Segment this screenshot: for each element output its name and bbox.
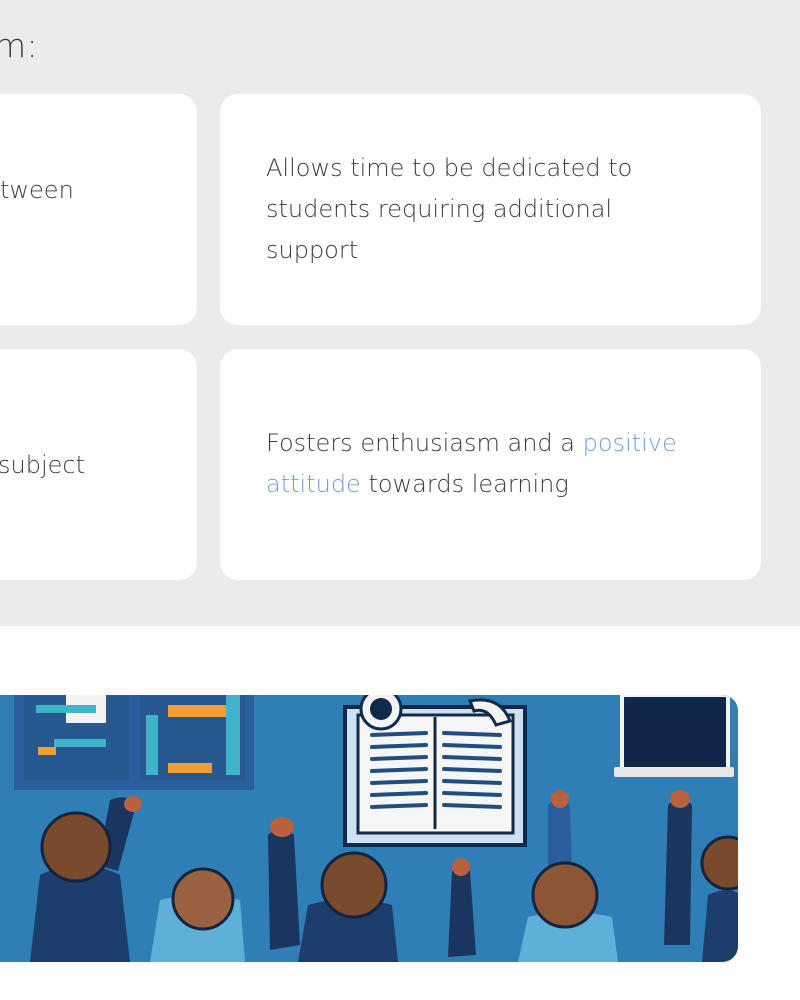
benefit-text-after: towards learning [360, 470, 569, 498]
benefit-card-left-top: between [0, 94, 197, 325]
monitor-icon [614, 695, 734, 777]
benefit-card-accent: l [0, 401, 3, 442]
open-book-icon [343, 695, 527, 847]
classroom-illustration [0, 695, 738, 962]
section-heading: m: [0, 26, 38, 65]
benefit-card-text: between [0, 176, 74, 204]
benefit-card-left-bottom: l subject [0, 349, 197, 580]
benefit-text-before: Fosters enthusiasm and a [266, 429, 583, 457]
benefit-card-right-top: Allows time to be dedicated to students … [220, 94, 761, 325]
chalkboard-icon [14, 695, 254, 790]
benefit-card-text: Fosters enthusiasm and a positive attitu… [266, 423, 736, 505]
benefit-card-right-bottom: Fosters enthusiasm and a positive attitu… [220, 349, 761, 580]
benefit-card-text: subject [0, 451, 85, 479]
benefit-card-text: Allows time to be dedicated to students … [266, 154, 633, 264]
benefits-section: m: between Allows time to be dedicated t… [0, 0, 800, 626]
